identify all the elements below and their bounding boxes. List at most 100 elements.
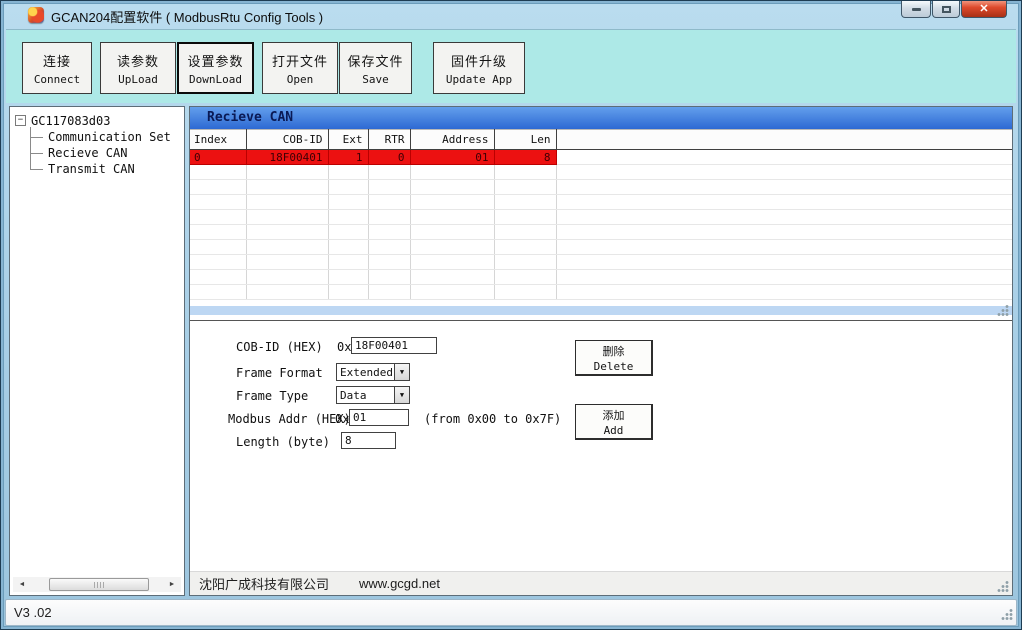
close-icon: ✕ [979,4,988,15]
can-frame-table[interactable]: Index COB-ID Ext RTR Address Len 0 18F00… [190,129,1012,300]
minimize-icon [912,8,921,11]
delete-label-en: Delete [594,360,634,373]
connect-button[interactable]: 连接 Connect [22,42,92,94]
app-window: GCAN204配置软件 ( ModbusRtu Config Tools ) ✕… [0,0,1022,630]
chevron-down-icon[interactable]: ▼ [394,364,409,380]
tree-item-recieve-can[interactable]: Recieve CAN [25,145,182,161]
tree-root-label: GC117083d03 [31,114,110,128]
scroll-right-icon[interactable]: ► [165,578,179,591]
upload-button[interactable]: 读参数 UpLoad [100,42,176,94]
company-website: www.gcgd.net [359,576,440,591]
cob-id-input[interactable] [351,337,437,354]
cell-filler [556,150,1012,165]
save-file-label-en: Save [362,73,389,86]
open-file-label-zh: 打开文件 [272,51,328,70]
cell-rtr: 0 [368,150,410,165]
table-empty-row [190,195,1012,210]
modbus-addr-hex-prefix: 0x [335,412,349,426]
resize-grip-icon[interactable] [1001,608,1013,620]
tree-root-device[interactable]: − GC117083d03 [15,112,182,129]
table-row-selected[interactable]: 0 18F00401 1 0 01 8 [190,150,1012,165]
table-empty-row [190,270,1012,285]
frame-type-value: Data [337,387,394,403]
cob-id-label: COB-ID (HEX) [236,340,323,354]
tree-item-label: Communication Set [48,130,171,144]
firmware-update-label-en: Update App [446,73,512,86]
scrollbar-thumb[interactable] [49,578,149,591]
title-bar[interactable]: GCAN204配置软件 ( ModbusRtu Config Tools ) ✕ [1,1,1021,29]
col-len[interactable]: Len [494,130,556,150]
table-header-row: Index COB-ID Ext RTR Address Len [190,130,1012,150]
col-address[interactable]: Address [410,130,494,150]
frame-format-select[interactable]: Extended ▼ [336,363,410,381]
connect-label-zh: 连接 [43,51,71,70]
delete-button[interactable]: 删除 Delete [575,340,653,376]
minimize-button[interactable] [901,1,931,18]
firmware-update-label-zh: 固件升级 [451,51,507,70]
frame-edit-form: COB-ID (HEX) 0x Frame Format Extended ▼ … [190,320,1012,571]
table-empty-row [190,240,1012,255]
toolbar: 连接 Connect 读参数 UpLoad 设置参数 DownLoad 打开文件… [6,29,1016,103]
frame-format-label: Frame Format [236,366,323,380]
main-area: − GC117083d03 Communication Set Recieve … [6,104,1016,596]
col-rtr[interactable]: RTR [368,130,410,150]
modbus-addr-label: Modbus Addr (HEX) [228,412,351,426]
save-file-label-zh: 保存文件 [347,51,403,70]
firmware-update-button[interactable]: 固件升级 Update App [433,42,525,94]
upload-label-zh: 读参数 [117,51,159,70]
col-cob-id[interactable]: COB-ID [246,130,328,150]
delete-label-zh: 删除 [603,343,625,359]
col-ext[interactable]: Ext [328,130,368,150]
frame-type-label: Frame Type [236,389,308,403]
upload-label-en: UpLoad [118,73,158,86]
scroll-left-icon[interactable]: ◄ [15,578,29,591]
download-label-en: DownLoad [189,73,242,86]
frame-type-select[interactable]: Data ▼ [336,386,410,404]
modbus-addr-range-hint: (from 0x00 to 0x7F) [424,412,561,426]
app-icon [28,7,44,23]
maximize-icon [942,6,951,13]
col-filler [556,130,1012,150]
close-button[interactable]: ✕ [961,1,1007,18]
maximize-button[interactable] [932,1,960,18]
cob-id-hex-prefix: 0x [337,340,351,354]
version-status-bar: V3 .02 [5,599,1017,626]
tree-item-communication-set[interactable]: Communication Set [25,129,182,145]
version-label: V3 .02 [14,605,52,620]
open-file-button[interactable]: 打开文件 Open [262,42,338,94]
device-tree: − GC117083d03 Communication Set Recieve … [15,112,182,177]
save-file-button[interactable]: 保存文件 Save [339,42,412,94]
panel-splitter[interactable] [190,306,1012,315]
table-empty-row [190,180,1012,195]
cell-ext: 1 [328,150,368,165]
tree-item-label: Recieve CAN [48,146,127,160]
col-index[interactable]: Index [190,130,246,150]
modbus-addr-input[interactable] [349,409,409,426]
add-button[interactable]: 添加 Add [575,404,653,440]
cell-cob-id: 18F00401 [246,150,328,165]
cell-address: 01 [410,150,494,165]
download-label-zh: 设置参数 [187,51,243,70]
frame-format-value: Extended [337,364,394,380]
length-input[interactable] [341,432,396,449]
table-empty-row [190,255,1012,270]
resize-grip-icon[interactable] [997,580,1009,592]
tree-item-label: Transmit CAN [48,162,135,176]
cell-index: 0 [190,150,246,165]
download-button[interactable]: 设置参数 DownLoad [177,42,254,94]
table-empty-row [190,225,1012,240]
cell-len: 8 [494,150,556,165]
tree-horizontal-scrollbar[interactable]: ◄ ► [13,577,181,592]
section-header: Recieve CAN [190,107,1012,129]
company-status-bar: 沈阳广成科技有限公司 www.gcgd.net [190,571,1012,595]
connect-label-en: Connect [34,73,80,86]
add-label-en: Add [604,424,624,437]
collapse-icon[interactable]: − [15,115,26,126]
tree-item-transmit-can[interactable]: Transmit CAN [25,161,182,177]
length-label: Length (byte) [236,435,330,449]
table-empty-row [190,210,1012,225]
tree-children: Communication Set Recieve CAN Transmit C… [25,129,182,177]
table-empty-row [190,285,1012,300]
chevron-down-icon[interactable]: ▼ [394,387,409,403]
splitter-grip-icon [997,304,1009,316]
